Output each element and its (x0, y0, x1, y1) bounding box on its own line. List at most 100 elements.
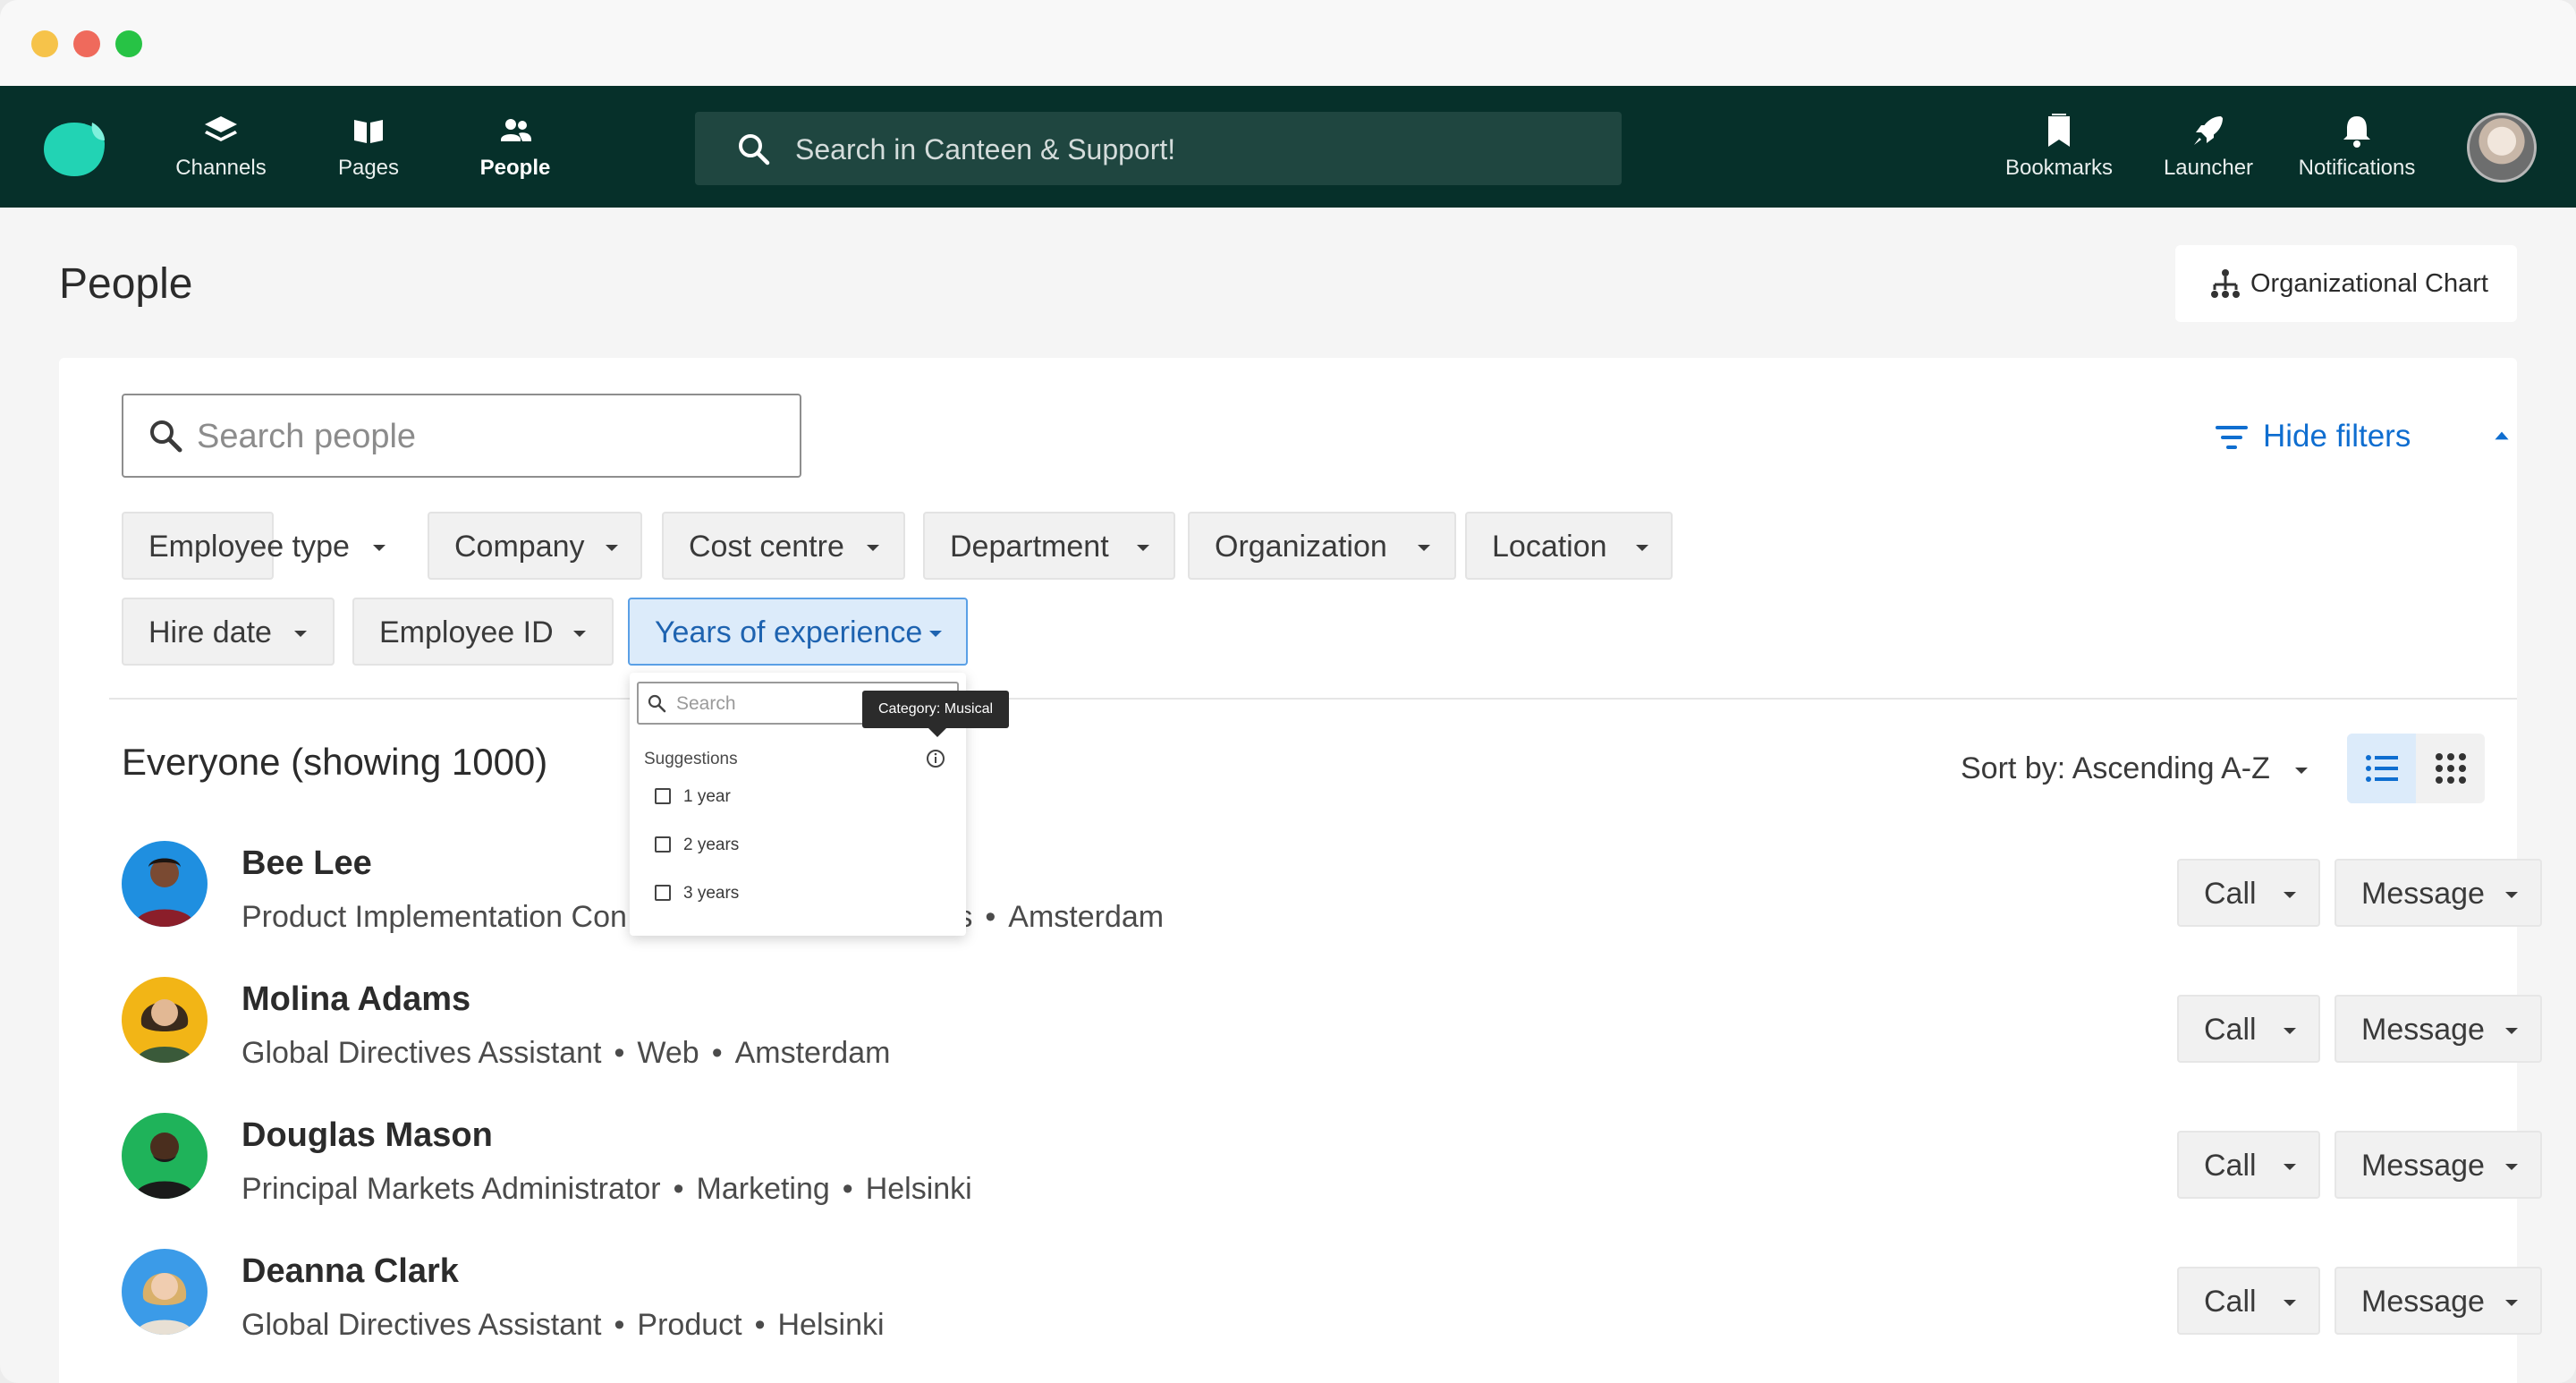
filter-employee-id[interactable]: Employee ID (352, 598, 614, 666)
nav-bookmarks-label: Bookmarks (2004, 156, 2114, 180)
person-name[interactable]: Molina Adams (242, 980, 470, 1019)
view-toggle (2347, 734, 2485, 803)
caret-down-icon (1636, 545, 1648, 551)
user-avatar[interactable] (2467, 113, 2537, 182)
filter-organization-label: Organization (1215, 530, 1387, 564)
filter-hire-date[interactable]: Hire date (122, 598, 335, 666)
person-location: Helsinki (777, 1308, 885, 1342)
results-heading: Everyone (showing 1000) (122, 741, 548, 783)
bell-icon (2343, 116, 2370, 148)
filter-organization[interactable]: Organization (1188, 512, 1456, 580)
caret-down-icon (2505, 1164, 2518, 1170)
caret-down-icon (2505, 892, 2518, 898)
filters-divider (109, 698, 2517, 700)
person-details: Principal Markets Administrator • Marketin… (242, 1172, 972, 1206)
sort-dropdown[interactable]: Sort by: Ascending A-Z (1961, 751, 2312, 786)
person-details: Global Directives Assistant • Web • Amsterda… (242, 1036, 891, 1070)
call-button[interactable]: Call (2177, 1131, 2320, 1199)
nav-people[interactable]: People (469, 111, 562, 186)
person-row[interactable]: Deanna Clark Global Directives Assistant… (122, 1249, 2542, 1356)
suggestions-label: Suggestions (644, 750, 738, 768)
filter-employee-type[interactable]: Employee type (122, 512, 386, 580)
rocket-icon (2194, 116, 2223, 145)
people-search-input[interactable]: Search people (122, 394, 801, 478)
filter-icon (2216, 426, 2248, 449)
nav-channels[interactable]: Channels (174, 111, 268, 186)
sort-label: Sort by: Ascending A-Z (1961, 751, 2270, 785)
message-button[interactable]: Message (2334, 859, 2542, 927)
person-row[interactable]: Douglas Mason Principal Markets Administ… (122, 1113, 2542, 1220)
people-directory-card: Search people Hide filters Employee type… (59, 358, 2542, 1383)
hide-filters-label: Hide filters (2263, 419, 2411, 454)
person-row[interactable]: Molina Adams Global Directives Assistant… (122, 977, 2542, 1084)
nav-launcher[interactable]: Launcher (2154, 111, 2263, 186)
person-avatar (122, 1249, 208, 1335)
caret-down-icon (867, 545, 879, 551)
call-label: Call (2204, 1013, 2257, 1047)
filter-location[interactable]: Location (1465, 512, 1673, 580)
message-button[interactable]: Message (2334, 1131, 2542, 1199)
option-label: 1 year (683, 787, 731, 806)
filter-employee-id-label: Employee ID (379, 615, 554, 649)
grid-view-icon (2436, 753, 2466, 784)
filter-years-of-experience[interactable]: Years of experience (628, 598, 968, 666)
option-checkbox[interactable]: 3 years (655, 884, 739, 904)
message-button[interactable]: Message (2334, 1267, 2542, 1335)
search-icon (739, 134, 770, 165)
nav-notifications[interactable]: Notifications (2290, 111, 2424, 186)
nav-bookmarks[interactable]: Bookmarks (1996, 111, 2122, 186)
org-chart-icon (2211, 269, 2240, 298)
nav-people-label: People (479, 156, 551, 180)
grid-view-button[interactable] (2416, 734, 2485, 803)
filter-company-label: Company (454, 530, 585, 564)
person-name[interactable]: Bee Lee (242, 844, 372, 883)
person-name[interactable]: Deanna Clark (242, 1252, 459, 1291)
person-location: Amsterdam (1008, 900, 1165, 934)
call-button[interactable]: Call (2177, 995, 2320, 1063)
caret-down-icon (2505, 1300, 2518, 1306)
caret-down-icon (2284, 1300, 2296, 1306)
option-checkbox[interactable]: 2 years (655, 836, 739, 855)
option-checkbox[interactable]: 1 year (655, 787, 731, 807)
call-label: Call (2204, 1149, 2257, 1183)
person-department: Marketing (696, 1172, 830, 1206)
top-navigation: Channels Pages People Search in Canteen … (0, 86, 2576, 208)
call-label: Call (2204, 1285, 2257, 1319)
caret-up-icon (2495, 431, 2509, 440)
filter-company[interactable]: Company (428, 512, 642, 580)
filter-department[interactable]: Department (923, 512, 1175, 580)
caret-down-icon (573, 631, 586, 637)
call-label: Call (2204, 877, 2257, 911)
global-search-input[interactable]: Search in Canteen & Support! (695, 112, 1622, 185)
app-window: Channels Pages People Search in Canteen … (0, 0, 2576, 1383)
bookmark-icon (2048, 114, 2070, 147)
minimize-window-button[interactable] (31, 30, 58, 57)
call-button[interactable]: Call (2177, 1267, 2320, 1335)
app-logo-icon[interactable] (40, 117, 108, 180)
person-name[interactable]: Douglas Mason (242, 1116, 493, 1155)
nav-pages-label: Pages (337, 156, 400, 180)
person-avatar (122, 977, 208, 1063)
close-window-button[interactable] (73, 30, 100, 57)
list-view-icon (2366, 755, 2398, 782)
call-button[interactable]: Call (2177, 859, 2320, 927)
person-location: Helsinki (865, 1172, 972, 1206)
filter-years-of-experience-label: Years of experience (655, 615, 923, 649)
message-label: Message (2361, 1013, 2485, 1047)
person-avatar (122, 1113, 208, 1199)
organizational-chart-button[interactable]: Organizational Chart (2175, 245, 2517, 322)
filter-cost-centre[interactable]: Cost centre (662, 512, 905, 580)
people-icon (501, 119, 531, 141)
maximize-window-button[interactable] (115, 30, 142, 57)
checkbox-icon (655, 788, 671, 804)
list-view-button[interactable] (2347, 734, 2416, 803)
person-row[interactable]: Bee Lee Product Implementation Con s•Ams… (122, 841, 2542, 948)
caret-down-icon (373, 545, 386, 551)
person-role: Global Directives Assistant (242, 1036, 602, 1070)
nav-pages[interactable]: Pages (326, 111, 411, 186)
filter-department-label: Department (950, 530, 1109, 564)
nav-channels-label: Channels (175, 156, 267, 180)
info-icon[interactable] (925, 748, 946, 769)
layers-icon (205, 116, 237, 141)
message-button[interactable]: Message (2334, 995, 2542, 1063)
